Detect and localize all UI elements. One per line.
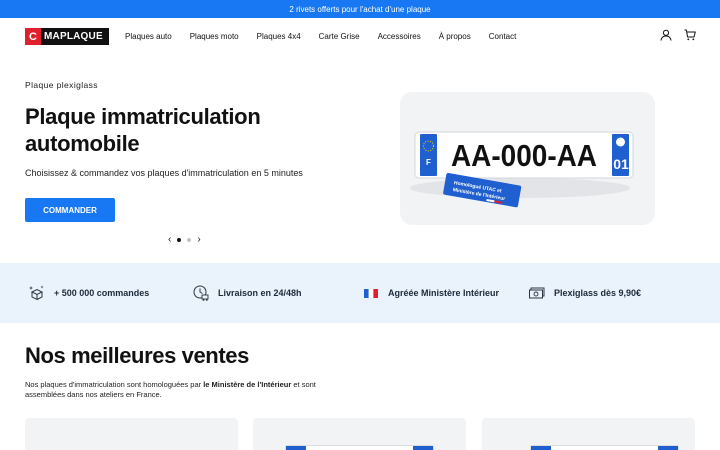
feature-delivery: Livraison en 24/48h: [192, 263, 302, 323]
site-logo[interactable]: C MAPLAQUE: [25, 28, 109, 45]
desc-prefix: Nos plaques d'immatriculation sont homol…: [25, 380, 204, 389]
hero-kicker: Plaque plexiglass: [25, 80, 98, 90]
nav-carte-grise[interactable]: Carte Grise: [310, 32, 369, 41]
feature-orders: + 500 000 commandes: [28, 263, 149, 323]
desc-bold: le Ministère de l'Intérieur: [203, 380, 292, 389]
user-icon[interactable]: [660, 29, 672, 41]
nav-accessoires[interactable]: Accessoires: [369, 32, 430, 41]
cart-icon[interactable]: [684, 29, 696, 41]
product-card[interactable]: [482, 418, 695, 450]
feature-price: Plexiglass dès 9,90€: [528, 263, 641, 323]
nav-contact[interactable]: Contact: [480, 32, 526, 41]
logo-mark: C: [25, 28, 41, 45]
hero-plate-image: F 01 AA-000-AA Homologué UTAC et Ministè…: [400, 92, 655, 225]
money-icon: [529, 287, 545, 299]
hero-subtitle: Choisissez & commandez vos plaques d'imm…: [25, 168, 303, 178]
delivery-clock-icon: [193, 285, 209, 301]
product-card[interactable]: [25, 418, 238, 450]
features-band: + 500 000 commandes Livraison en 24/48h …: [0, 263, 720, 323]
chevron-left-icon[interactable]: ‹: [168, 235, 171, 245]
site-header: C MAPLAQUE Plaques auto Plaques moto Pla…: [0, 18, 720, 54]
header-actions: [660, 29, 696, 41]
nav-a-propos[interactable]: À propos: [430, 32, 480, 41]
hero-carousel-controls: ‹ ›: [168, 235, 218, 245]
french-flag-icon: [364, 288, 378, 299]
carousel-dot-active[interactable]: [177, 238, 182, 242]
hero-title: Plaque immatriculation automobile: [25, 104, 261, 156]
best-sellers-title: Nos meilleures ventes: [25, 343, 249, 368]
nav-plaques-auto[interactable]: Plaques auto: [116, 32, 181, 41]
promo-text: 2 rivets offerts pour l'achat d'une plaq…: [289, 4, 431, 14]
chevron-right-icon[interactable]: ›: [197, 235, 200, 245]
nav-plaques-4x4[interactable]: Plaques 4x4: [248, 32, 310, 41]
feature-approved: Agréée Ministère Intérieur: [362, 263, 499, 323]
feature-price-label: Plexiglass dès 9,90€: [554, 288, 642, 298]
product-card[interactable]: [253, 418, 466, 450]
plate-country: F: [426, 158, 431, 167]
main-nav: Plaques auto Plaques moto Plaques 4x4 Ca…: [116, 18, 525, 54]
logo-text: MAPLAQUE: [41, 28, 109, 45]
feature-approved-label: Agréée Ministère Intérieur: [388, 288, 500, 298]
product-plate-thumbnail: [530, 445, 679, 450]
feature-delivery-label: Livraison en 24/48h: [218, 288, 302, 298]
carousel-dot[interactable]: [187, 238, 192, 242]
license-plate-illustration: F 01 AA-000-AA Homologué UTAC et Ministè…: [410, 131, 634, 208]
order-button[interactable]: COMMANDER: [25, 198, 115, 222]
best-sellers-description: Nos plaques d'immatriculation sont homol…: [25, 380, 345, 400]
nav-plaques-moto[interactable]: Plaques moto: [181, 32, 248, 41]
plate-dept: 01: [613, 156, 629, 172]
box-stars-icon: [29, 285, 44, 301]
plate-number: AA-000-AA: [451, 138, 597, 173]
feature-orders-label: + 500 000 commandes: [54, 288, 150, 298]
product-plate-thumbnail: [285, 445, 434, 450]
promo-banner: 2 rivets offerts pour l'achat d'une plaq…: [0, 0, 720, 18]
